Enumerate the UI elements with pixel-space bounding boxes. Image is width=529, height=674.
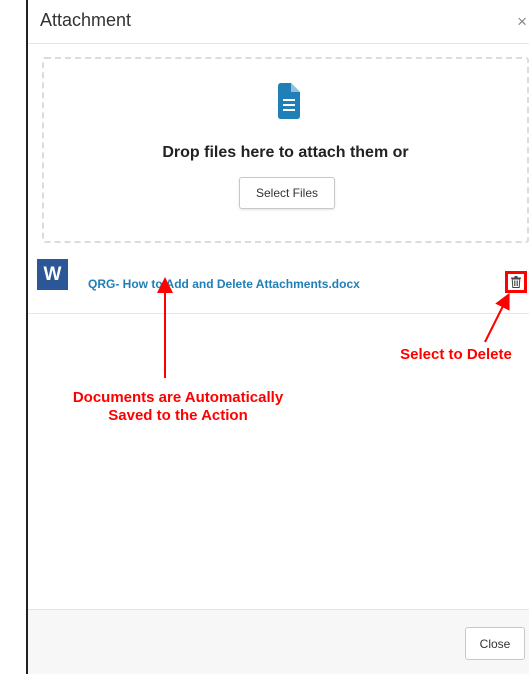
- delete-annotation-arrow: [484, 292, 510, 343]
- attachment-dialog: Attachment × Drop files here to attach t…: [26, 0, 529, 674]
- close-button[interactable]: Close: [465, 627, 525, 660]
- dialog-footer: Close: [28, 609, 529, 674]
- annotation-arrows: [157, 277, 510, 378]
